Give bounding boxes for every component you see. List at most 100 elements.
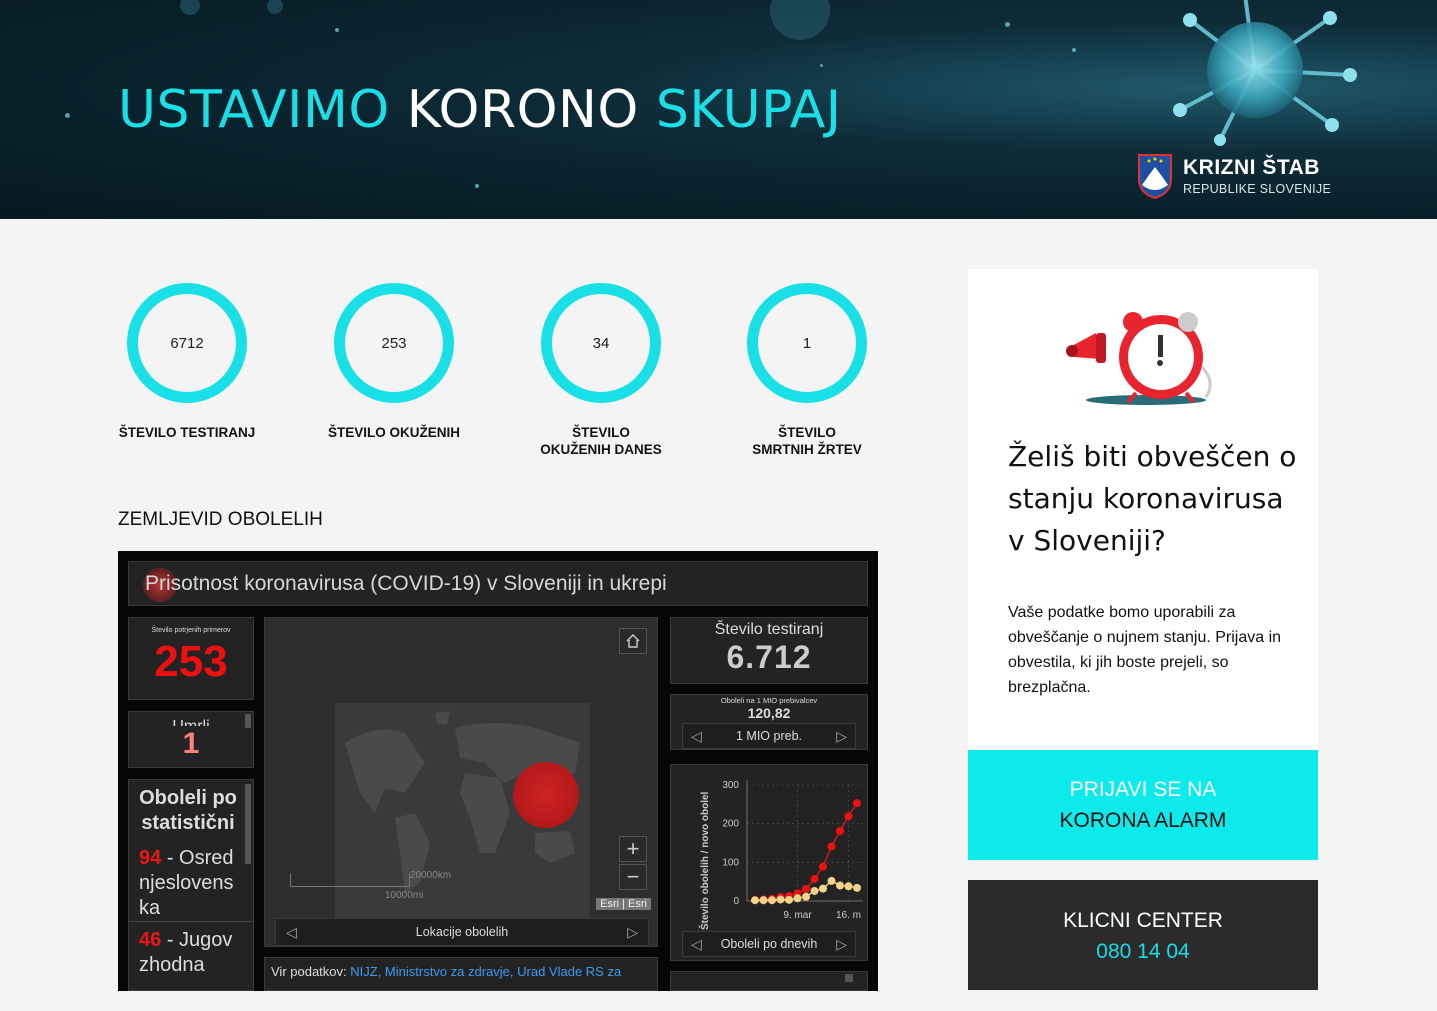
cases-by-day-chart[interactable]: Število obolelih / novo obolel 0 100 200 300… (671, 765, 868, 935)
stat-label: ŠTEVILO OKUŽENIH DANES (540, 425, 662, 457)
chart-data-point (853, 799, 861, 808)
krizni-stab-logo[interactable]: KRIZNI ŠTAB REPUBLIKE SLOVENIJE (1137, 153, 1331, 199)
deaths-panel: Umrli 1 (128, 711, 254, 768)
signup-heading: Želiš biti obveščen o stanju koronavirus… (1008, 440, 1297, 557)
tests-label: Število testiranj (714, 621, 824, 638)
chevron-right-icon[interactable]: ▷ (836, 724, 847, 748)
region-list-item[interactable]: 46 - Jugovzhodna (129, 922, 253, 978)
confirmed-value: 253 (154, 637, 228, 686)
signup-korona-alarm-button[interactable]: PRIJAVI SE NA KORONA ALARM (968, 750, 1318, 860)
scale-km: 20000km (410, 870, 452, 881)
call-center-box: KLICNI CENTER 080 14 04 (968, 880, 1318, 990)
hero-title: USTAVIMO KORONO SKUPAJ (118, 80, 842, 140)
cases-cluster-marker[interactable] (513, 762, 579, 828)
decor-dot (1072, 48, 1076, 52)
cta-line2: KORONA ALARM (1059, 809, 1227, 832)
virus-icon (1173, 0, 1357, 146)
covid-dashboard-embed[interactable]: Prisotnost koronavirusa (COVID-19) v Slo… (118, 551, 878, 991)
chevron-left-icon[interactable]: ◁ (691, 932, 702, 956)
call-center-phone[interactable]: 080 14 04 (968, 936, 1318, 967)
chart-data-point (836, 881, 844, 890)
regions-list-panel: Oboleli po statistični 94 - Osrednjeslov… (128, 779, 254, 991)
dashboard-title: Prisotnost koronavirusa (COVID-19) v Slo… (145, 572, 667, 595)
stat-value: 6712 (170, 334, 204, 352)
confirmed-cases-panel: Število potrjenih primerov 253 (128, 617, 254, 700)
tests-value: 6.712 (726, 639, 812, 675)
chart-y-tick-label: 300 (722, 780, 739, 791)
map-section-title: ZEMLJEVID OBOLELIH (118, 509, 323, 530)
tests-panel: Število testiranj 6.712 (670, 617, 868, 684)
scrollbar[interactable] (245, 784, 251, 864)
chevron-left-icon[interactable]: ◁ (691, 724, 702, 748)
map-nav-bar: ◁ Lokacije obolelih ▷ (275, 918, 649, 946)
signup-card: Želiš biti obveščen o stanju koronavirus… (968, 269, 1318, 750)
map-scale-bar (290, 873, 410, 887)
stat-label: ŠTEVILO TESTIRANJ (118, 425, 256, 440)
scale-mi: 10000mi (385, 890, 424, 901)
chart-data-point (802, 885, 810, 894)
decor-dot (1005, 22, 1010, 27)
chart-data-point (785, 895, 793, 904)
stat-infected: 253 ŠTEVILO OKUŽENIH (309, 283, 479, 441)
deaths-value: 1 (182, 727, 200, 760)
call-center-title: KLICNI CENTER (1063, 909, 1223, 932)
chart-y-tick-label: 100 (722, 857, 739, 868)
chart-x-tick-label: 9. mar (783, 910, 812, 921)
stat-infected-today: 34 ŠTEVILO OKUŽENIH DANES (516, 283, 686, 458)
hero-banner: USTAVIMO KORONO SKUPAJ KRIZNI ŠTAB REPUB… (0, 0, 1437, 219)
signup-body: Vaše podatke bomo uporabili za obveščanj… (1008, 604, 1282, 696)
source-links[interactable]: NIJZ, Ministrstvo za zdravje, Urad Vlade… (350, 964, 621, 979)
stat-ring: 1 (747, 283, 867, 403)
chart-data-point (819, 862, 827, 871)
chart-nav: ◁ Oboleli po dnevih ▷ (682, 931, 856, 957)
chart-data-point (853, 883, 861, 892)
logo-subtitle: REPUBLIKE SLOVENIJE (1183, 182, 1332, 196)
chart-data-point (751, 896, 759, 905)
confirmed-label: Število potrjenih primerov (151, 627, 231, 634)
stat-label: ŠTEVILO SMRTNIH ŽRTEV (752, 425, 862, 457)
source-label: Vir podatkov: (271, 964, 347, 979)
region-list-item[interactable]: 94 - Osrednjeslovenska (129, 836, 253, 922)
chart-data-point (827, 876, 836, 885)
chart-data-point (810, 874, 819, 883)
scrollbar[interactable] (845, 974, 853, 982)
home-button[interactable] (619, 628, 647, 654)
chart-nav-label: Oboleli po dnevih (720, 937, 818, 951)
region-count: 46 (139, 929, 162, 951)
chart-data-point (768, 896, 776, 905)
chevron-right-icon[interactable]: ▷ (836, 932, 847, 956)
per-million-nav-label: 1 MIO preb. (736, 729, 802, 743)
stat-value: 1 (802, 334, 812, 352)
decor-dot (820, 64, 823, 67)
logo-title: KRIZNI ŠTAB (1183, 156, 1320, 179)
stat-deaths: 1 ŠTEVILO SMRTNIH ŽRTEV (722, 283, 892, 458)
map-nav-label: Lokacije obolelih (415, 925, 509, 939)
stat-ring: 6712 (127, 283, 247, 403)
per-million-nav: ◁ 1 MIO preb. ▷ (682, 723, 856, 749)
chevron-right-icon[interactable]: ▷ (627, 919, 638, 945)
decor-dot (65, 113, 70, 118)
hero-title-part1: USTAVIMO (118, 80, 390, 140)
cta-line1: PRIJAVI SE NA (1069, 778, 1217, 801)
cases-map[interactable]: + − 20000km 10000mi Esri | Esri (264, 617, 658, 947)
hero-title-part2: KORONO (406, 80, 639, 140)
chart-data-point (836, 827, 844, 836)
home-icon (626, 634, 640, 648)
per-million-value: 120,82 (747, 705, 791, 721)
chevron-left-icon[interactable]: ◁ (286, 919, 297, 945)
zoom-out-button[interactable]: − (619, 864, 647, 890)
chart-data-point (844, 812, 853, 821)
stat-value: 253 (381, 334, 407, 352)
chart-data-point (759, 896, 768, 905)
regions-title: Oboleli po statistični (139, 787, 237, 834)
chart-data-point (844, 882, 853, 891)
scrollbar[interactable] (245, 714, 251, 728)
chart-data-point (827, 842, 836, 851)
chart-data-point (776, 895, 785, 904)
zoom-in-button[interactable]: + (619, 836, 647, 862)
chart-data-point (810, 886, 819, 895)
chart-data-point (819, 884, 827, 893)
data-source-panel: Vir podatkov: NIJZ, Ministrstvo za zdrav… (264, 957, 658, 991)
chart-data-point (802, 892, 810, 901)
alarm-clock-icon (1066, 312, 1212, 405)
